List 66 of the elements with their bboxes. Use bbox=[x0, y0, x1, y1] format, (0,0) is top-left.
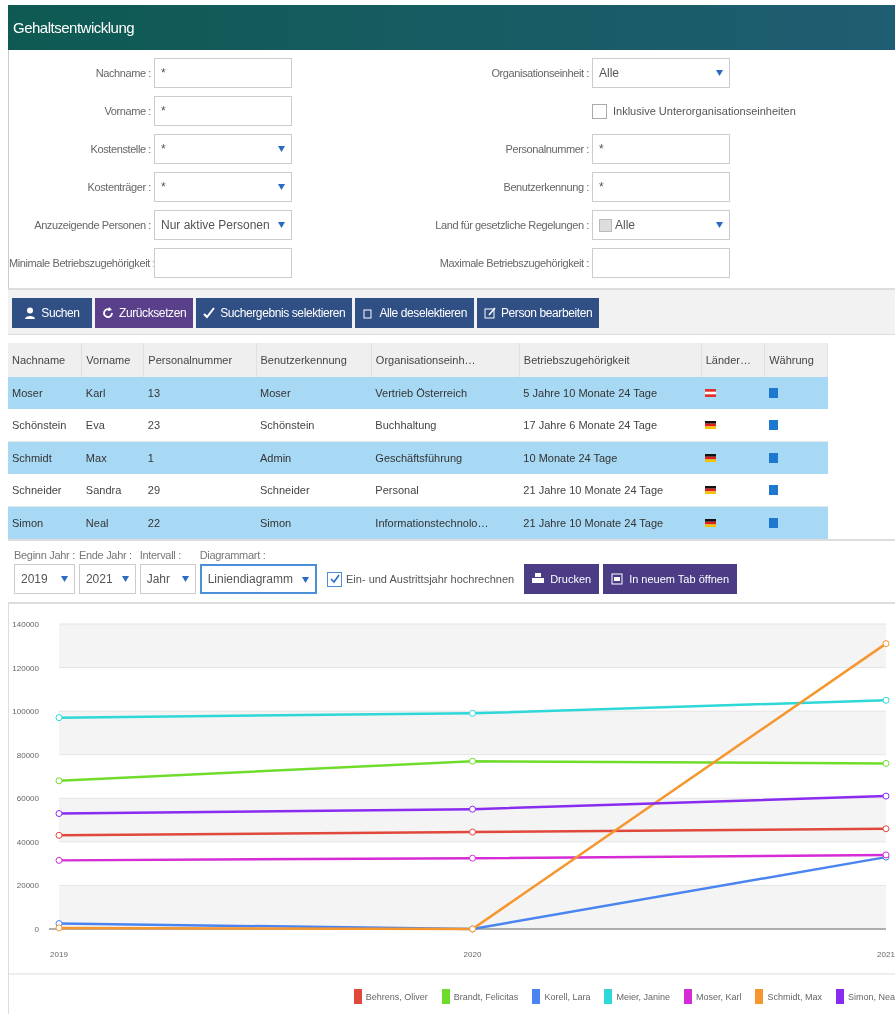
table-cell: 21 Jahre 10 Monate 24 Tage bbox=[519, 474, 702, 507]
table-cell: Simon bbox=[256, 506, 372, 539]
field-label: Nachname : bbox=[94, 67, 152, 79]
table-cell: Simon bbox=[8, 506, 82, 539]
field-label: Land für gesetzliche Regelungen : bbox=[434, 219, 590, 231]
field-label: Kostenträger : bbox=[86, 181, 152, 193]
axis-label: 140000 bbox=[12, 620, 39, 629]
field-label: Beginn Jahr : bbox=[14, 549, 75, 561]
axis-label: 80000 bbox=[16, 750, 39, 760]
axis-label: 2019 bbox=[50, 950, 68, 959]
checkbox-label: Ein- und Austrittsjahr hochrechnen bbox=[346, 573, 515, 585]
axis-label: 40000 bbox=[16, 837, 39, 847]
table-cell: Moser bbox=[256, 377, 372, 409]
field-label: Benutzerkennung : bbox=[502, 181, 590, 193]
field-label: Ende Jahr : bbox=[78, 549, 133, 561]
field-label: Diagrammart : bbox=[199, 549, 267, 561]
checkbox-label: Inklusive Unterorganisationseinheiten bbox=[613, 105, 796, 117]
axis-label: 120000 bbox=[12, 663, 39, 673]
axis-label: 60000 bbox=[16, 794, 39, 804]
table-cell: Neal bbox=[81, 506, 144, 539]
table-cell: Max bbox=[81, 441, 144, 474]
field-label: Vorname : bbox=[103, 105, 152, 117]
table-cell: 29 bbox=[143, 474, 256, 507]
table-cell: Personal bbox=[371, 474, 520, 507]
table-cell: Schönstein bbox=[256, 409, 372, 442]
legend-label: Schmidt, Max bbox=[767, 991, 822, 1002]
table-cell: Eva bbox=[81, 409, 144, 442]
axis-label: 0 bbox=[34, 925, 39, 934]
table-cell: 21 Jahre 10 Monate 24 Tage bbox=[519, 506, 702, 539]
field-label: Anzuzeigende Personen : bbox=[33, 219, 152, 231]
table-cell: Buchhaltung bbox=[371, 409, 520, 442]
axis-label: 100000 bbox=[12, 707, 39, 717]
axis-label: 2020 bbox=[463, 950, 482, 959]
table-cell: Schmidt bbox=[8, 441, 82, 474]
axis-label: 2021 bbox=[877, 950, 895, 959]
table-cell: Schönstein bbox=[8, 409, 82, 442]
table-cell: 22 bbox=[143, 506, 256, 539]
window-title: Gehaltsentwicklung bbox=[13, 19, 135, 36]
table-cell: Schneider bbox=[8, 474, 82, 507]
legend-label: Simon, Nea bbox=[847, 991, 895, 1002]
table-cell: Moser bbox=[8, 377, 82, 409]
axis-label: 20000 bbox=[16, 881, 39, 891]
legend-label: Moser, Karl bbox=[695, 991, 742, 1002]
table-cell: 23 bbox=[143, 409, 256, 442]
table-cell: Admin bbox=[256, 441, 372, 474]
legend-label: Brandt, Felicitas bbox=[453, 991, 519, 1002]
table-cell: Karl bbox=[81, 377, 144, 409]
table-cell: Sandra bbox=[81, 474, 144, 507]
field-label: Minimale Betriebszugehörigkeit : bbox=[9, 257, 154, 269]
table-cell: Informationstechnolo… bbox=[371, 506, 520, 539]
legend-label: Behrens, Oliver bbox=[365, 991, 428, 1002]
table-cell: Vertrieb Österreich bbox=[371, 377, 520, 409]
field-label: Maximale Betriebszugehörigkeit : bbox=[438, 257, 590, 269]
legend-label: Meier, Janine bbox=[616, 991, 670, 1002]
table-cell: 1 bbox=[143, 441, 256, 474]
table-cell: Schneider bbox=[256, 474, 372, 507]
table-cell: Geschäftsführung bbox=[371, 441, 520, 474]
field-label: Kostenstelle : bbox=[89, 143, 152, 155]
table-cell: 13 bbox=[143, 377, 256, 409]
table-cell: 5 Jahre 10 Monate 24 Tage bbox=[519, 377, 702, 409]
field-label: Personalnummer : bbox=[504, 143, 590, 155]
field-label: Organisationseinheit : bbox=[490, 67, 590, 79]
legend-label: Korell, Lara bbox=[544, 991, 591, 1002]
table-cell: 17 Jahre 6 Monate 24 Tage bbox=[519, 409, 702, 442]
table-cell: 10 Monate 24 Tage bbox=[519, 441, 702, 474]
field-label: Intervall : bbox=[139, 549, 182, 561]
